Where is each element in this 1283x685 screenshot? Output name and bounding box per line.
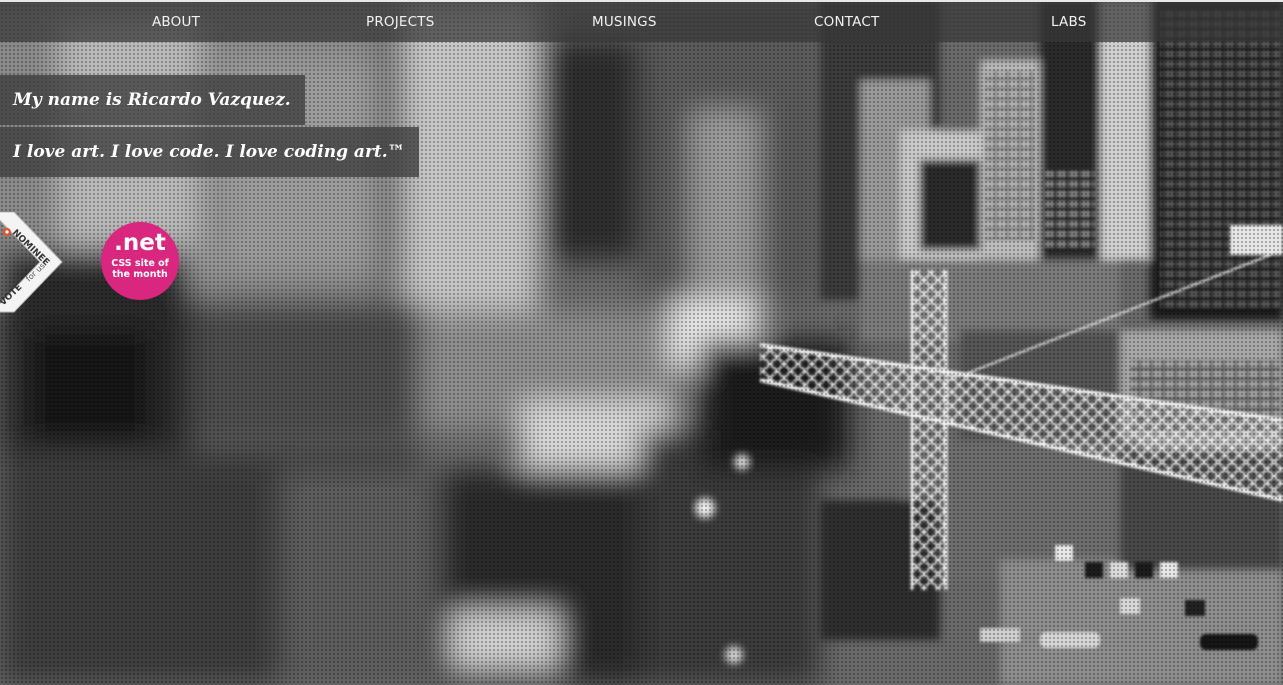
nav-musings[interactable]: MUSINGS <box>592 2 657 42</box>
nav-about[interactable]: ABOUT <box>152 2 200 42</box>
net-award-line1: CSS site of <box>111 258 169 269</box>
intro-tagline: I love art. I love code. I love coding a… <box>0 127 419 177</box>
nominee-vote-ribbon[interactable]: NOMINEE VOTE for us <box>0 211 68 320</box>
net-award-line2: the month <box>112 269 168 280</box>
main-nav: ABOUT PROJECTS MUSINGS CONTACT LABS <box>0 2 1283 42</box>
net-css-site-badge[interactable]: .net CSS site of the month <box>101 222 179 300</box>
net-award-text: CSS site of the month <box>101 258 179 280</box>
intro-name: My name is Ricardo Vazquez. <box>0 75 305 125</box>
nav-contact[interactable]: CONTACT <box>814 2 879 42</box>
nav-projects[interactable]: PROJECTS <box>366 2 435 42</box>
net-brand: .net <box>114 230 166 256</box>
nav-labs[interactable]: LABS <box>1051 2 1086 42</box>
